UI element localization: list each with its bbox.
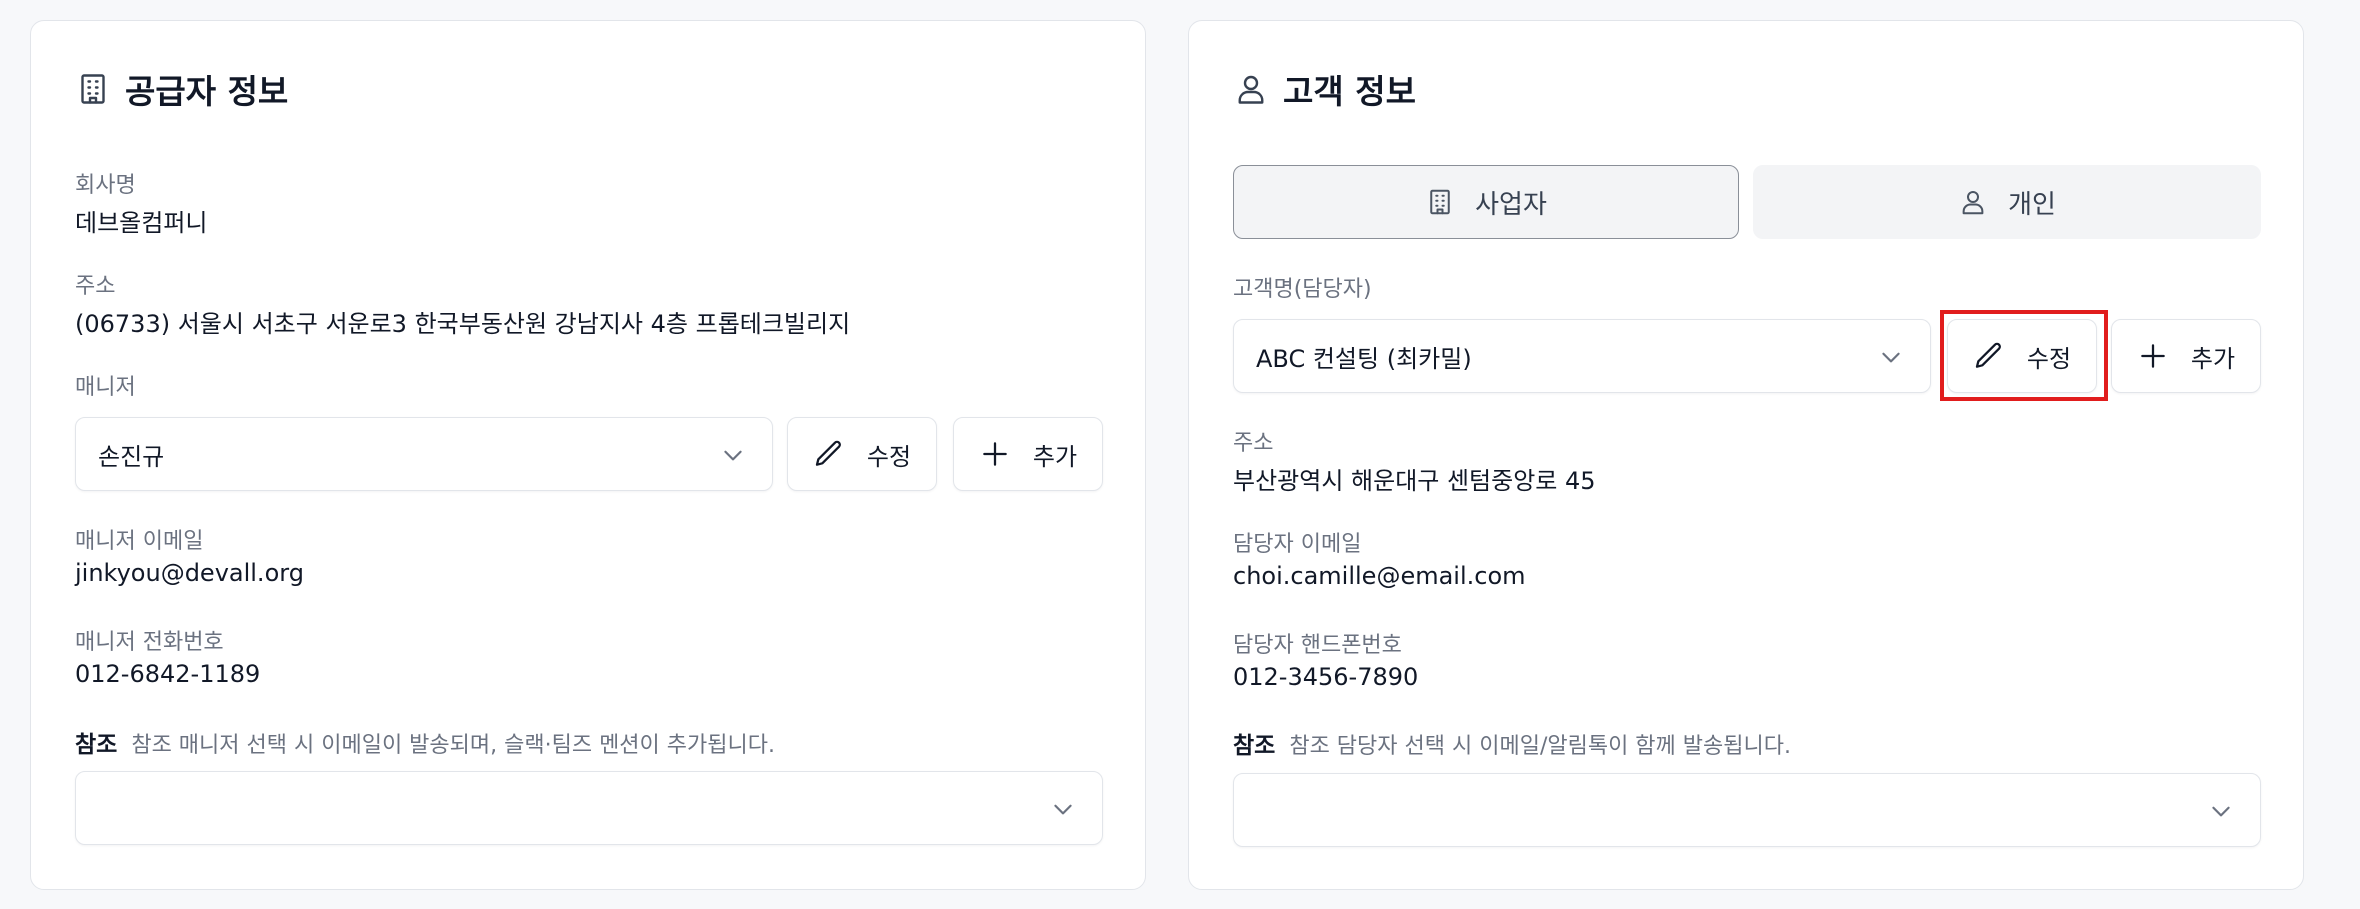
user-icon bbox=[1958, 187, 1988, 217]
customer-type-individual-tab[interactable]: 개인 bbox=[1753, 165, 2261, 239]
manager-edit-label: 수정 bbox=[866, 442, 912, 471]
supplier-address-value: (06733) 서울시 서초구 서운로3 한국부동산원 강남지사 4층 프롭테크… bbox=[75, 310, 851, 338]
manager-label: 매니저 bbox=[75, 375, 136, 400]
manager-phone-value: 012-6842-1189 bbox=[75, 660, 261, 688]
chevron-down-icon bbox=[1050, 796, 1076, 822]
customer-address-label: 주소 bbox=[1233, 431, 1274, 456]
customer-info-card: 고객 정보 사업자 개인 고객명(담당자) ABC 컨설팅 (최카밀) 수정 추… bbox=[1188, 20, 2304, 890]
company-name-label: 회사명 bbox=[75, 173, 136, 198]
customer-type-individual-label: 개인 bbox=[2008, 189, 2056, 220]
manager-select[interactable]: 손진규 bbox=[75, 417, 773, 491]
supplier-title-text: 공급자 정보 bbox=[125, 72, 289, 111]
manager-add-button[interactable]: 추가 bbox=[953, 417, 1103, 491]
customer-name-select[interactable]: ABC 컨설팅 (최카밀) bbox=[1233, 319, 1931, 393]
plus-icon bbox=[2137, 340, 2169, 372]
contact-phone-value: 012-3456-7890 bbox=[1233, 663, 1419, 691]
manager-email-label: 매니저 이메일 bbox=[75, 529, 204, 554]
manager-add-label: 추가 bbox=[1032, 442, 1078, 471]
supplier-address-label: 주소 bbox=[75, 274, 116, 299]
plus-icon bbox=[979, 438, 1011, 470]
user-icon bbox=[1233, 71, 1269, 107]
contact-email-label: 담당자 이메일 bbox=[1233, 532, 1362, 557]
supplier-reference-description: 참조 매니저 선택 시 이메일이 발송되며, 슬랙·팀즈 멘션이 추가됩니다. bbox=[131, 733, 775, 758]
building-icon bbox=[1425, 187, 1455, 217]
customer-add-label: 추가 bbox=[2190, 344, 2236, 373]
customer-reference-note: 참조 참조 담당자 선택 시 이메일/알림톡이 함께 발송됩니다. bbox=[1233, 726, 1791, 760]
manager-phone-label: 매니저 전화번호 bbox=[75, 630, 224, 655]
customer-type-business-label: 사업자 bbox=[1475, 189, 1547, 220]
supplier-title: 공급자 정보 bbox=[75, 65, 288, 113]
manager-select-value: 손진규 bbox=[98, 442, 165, 471]
supplier-reference-select[interactable] bbox=[75, 771, 1103, 845]
building-icon bbox=[75, 71, 111, 107]
chevron-down-icon bbox=[2208, 798, 2234, 824]
customer-name-label: 고객명(담당자) bbox=[1233, 277, 1372, 302]
manager-email-value: jinkyou@devall.org bbox=[75, 559, 304, 587]
manager-edit-button[interactable]: 수정 bbox=[787, 417, 937, 491]
customer-add-button[interactable]: 추가 bbox=[2111, 319, 2261, 393]
contact-email-value: choi.camille@email.com bbox=[1233, 562, 1526, 590]
customer-reference-description: 참조 담당자 선택 시 이메일/알림톡이 함께 발송됩니다. bbox=[1289, 734, 1791, 759]
contact-phone-label: 담당자 핸드폰번호 bbox=[1233, 633, 1402, 658]
customer-edit-highlight bbox=[1940, 310, 2108, 401]
customer-name-select-value: ABC 컨설팅 (최카밀) bbox=[1256, 344, 1472, 373]
chevron-down-icon bbox=[720, 442, 746, 468]
customer-reference-select[interactable] bbox=[1233, 773, 2261, 847]
supplier-reference-label: 참조 bbox=[75, 732, 118, 758]
customer-type-business-tab[interactable]: 사업자 bbox=[1233, 165, 1739, 239]
pencil-icon bbox=[813, 438, 845, 470]
company-name-value: 데브올컴퍼니 bbox=[75, 209, 208, 237]
supplier-reference-note: 참조 참조 매니저 선택 시 이메일이 발송되며, 슬랙·팀즈 멘션이 추가됩니… bbox=[75, 725, 775, 759]
supplier-info-card: 공급자 정보 회사명 데브올컴퍼니 주소 (06733) 서울시 서초구 서운로… bbox=[30, 20, 1146, 890]
customer-reference-label: 참조 bbox=[1233, 733, 1276, 759]
chevron-down-icon bbox=[1878, 344, 1904, 370]
customer-title-text: 고객 정보 bbox=[1283, 72, 1416, 111]
customer-title: 고객 정보 bbox=[1233, 65, 1416, 113]
customer-address-value: 부산광역시 해운대구 센텀중앙로 45 bbox=[1233, 467, 1596, 495]
